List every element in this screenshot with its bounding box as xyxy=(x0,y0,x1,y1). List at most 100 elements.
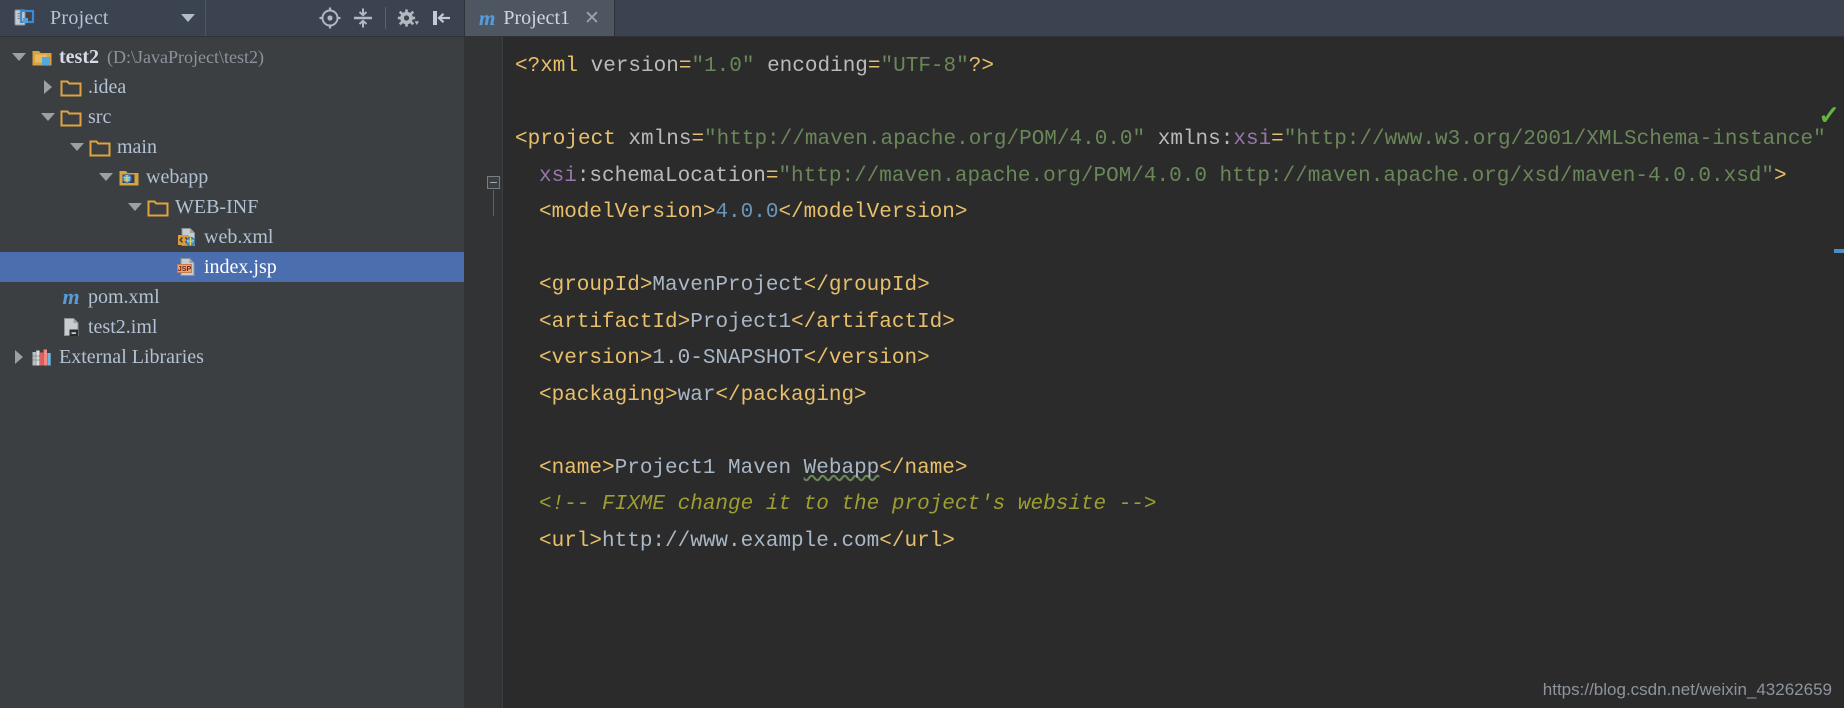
tree-item-external-libraries[interactable]: External Libraries xyxy=(0,342,464,372)
jsp-file-icon: JSP xyxy=(175,256,199,278)
tree-item-web-inf[interactable]: WEB-INF xyxy=(0,192,464,222)
tree-item-webapp[interactable]: webapp xyxy=(0,162,464,192)
tree-item-label: test2 xyxy=(59,45,99,68)
code-token: </version> xyxy=(803,347,930,370)
code-token: Webapp xyxy=(803,456,880,480)
code-token: </packaging> xyxy=(715,383,867,407)
tree-item-test2[interactable]: test2 (D:\JavaProject\test2) xyxy=(0,42,464,72)
code-token: = xyxy=(765,164,779,188)
code-token: FIXME change it to the project's website xyxy=(602,493,1119,516)
locate-target-icon[interactable] xyxy=(315,3,345,33)
iml-file-icon xyxy=(59,316,83,338)
tree-item-label: pom.xml xyxy=(88,285,160,308)
tree-item-label: index.jsp xyxy=(204,255,277,278)
tree-item-label: webapp xyxy=(146,165,209,188)
tree-item--idea[interactable]: .idea xyxy=(0,72,464,102)
chevron-down-icon[interactable] xyxy=(66,143,88,151)
watermark-text: https://blog.csdn.net/weixin_43262659 xyxy=(1542,680,1832,699)
code-token: 1.0-SNAPSHOT xyxy=(652,347,804,370)
project-panel-toolbar xyxy=(315,3,464,33)
code-token: xsi xyxy=(1233,128,1272,151)
folder-icon xyxy=(59,106,83,128)
code-token: "http://maven.apache.org/POM/4.0.0 http:… xyxy=(778,164,1775,188)
code-token: = xyxy=(691,128,705,151)
maven-pom-icon: m xyxy=(62,284,80,309)
code-token: "UTF-8" xyxy=(880,55,969,78)
code-token: <?xml xyxy=(515,55,591,78)
code-token: Project1 Maven xyxy=(614,456,804,480)
main-area: test2 (D:\JavaProject\test2) .idea src ma… xyxy=(0,37,1844,708)
code-token: <modelVersion> xyxy=(539,201,716,224)
code-token: = xyxy=(1271,128,1284,151)
code-token: <artifactId> xyxy=(539,310,691,334)
tree-item-label: External Libraries xyxy=(59,345,204,368)
code-token: </groupId> xyxy=(803,274,930,297)
chevron-right-icon[interactable] xyxy=(37,80,59,94)
gear-icon[interactable] xyxy=(393,3,423,33)
chevron-down-icon[interactable] xyxy=(95,173,117,181)
code-token: encoding xyxy=(767,55,868,78)
code-line: <groupId>MavenProject</groupId> xyxy=(503,268,1844,305)
project-module-folder-icon xyxy=(30,46,54,68)
tree-item-label: main xyxy=(117,135,157,158)
code-token: <url> xyxy=(539,529,603,553)
folder-icon xyxy=(59,76,83,98)
code-line: <packaging>war</packaging> xyxy=(503,378,1844,415)
maven-pom-icon: m xyxy=(479,5,496,30)
svg-text:JSP: JSP xyxy=(178,264,192,273)
code-token: "1.0" xyxy=(691,55,755,78)
intellij-window: Project m Project1 ✕ test2 (D:\JavaProje… xyxy=(0,0,1844,708)
code-token: <packaging> xyxy=(539,383,678,407)
code-line: <url>http://www.example.com</url> xyxy=(503,524,1844,561)
tree-item-src[interactable]: src xyxy=(0,102,464,132)
editor-tab-strip: m Project1 ✕ xyxy=(465,0,1844,37)
green-checkmark-icon[interactable]: ✓ xyxy=(1818,103,1840,129)
tree-item-label: WEB-INF xyxy=(175,195,259,218)
code-token: "http://www.w3.org/2001/XMLSchema-instan… xyxy=(1283,128,1826,151)
top-bar: Project m Project1 ✕ xyxy=(0,0,1844,37)
tree-item-label: test2.iml xyxy=(88,315,158,338)
code-token: "http://maven.apache.org/POM/4.0.0" xyxy=(704,128,1146,151)
fold-collapse-icon[interactable] xyxy=(487,176,500,189)
code-content[interactable]: <?xml version="1.0" encoding="UTF-8"?> <… xyxy=(503,37,1844,708)
code-token: 4.0.0 xyxy=(715,201,779,224)
chevron-down-icon[interactable] xyxy=(181,14,195,22)
fold-region-line xyxy=(493,190,494,216)
tree-item-main[interactable]: main xyxy=(0,132,464,162)
project-tree-panel[interactable]: test2 (D:\JavaProject\test2) .idea src ma… xyxy=(0,37,465,708)
chevron-down-icon[interactable] xyxy=(37,113,59,121)
code-token: <version> xyxy=(539,347,653,370)
tree-item-pom-xml[interactable]: m pom.xml xyxy=(0,282,464,312)
close-icon[interactable]: ✕ xyxy=(584,9,600,28)
collapse-all-icon[interactable] xyxy=(348,3,378,33)
code-line: <?xml version="1.0" encoding="UTF-8"?> xyxy=(503,49,1844,86)
hide-panel-icon[interactable] xyxy=(426,3,456,33)
editor-tab-project1[interactable]: m Project1 ✕ xyxy=(465,0,615,36)
code-token: </name> xyxy=(879,456,968,480)
code-token: <name> xyxy=(539,456,615,480)
tree-item-index-jsp[interactable]: JSP index.jsp xyxy=(0,252,464,282)
chevron-right-icon[interactable] xyxy=(8,350,30,364)
project-panel-header: Project xyxy=(0,0,465,37)
code-token: xmlns: xyxy=(1157,128,1234,151)
project-view-icon xyxy=(12,7,36,29)
tree-item-label: web.xml xyxy=(204,225,274,248)
code-token: <groupId> xyxy=(539,274,653,297)
code-line: xsi:schemaLocation="http://maven.apache.… xyxy=(503,159,1844,196)
code-line: <version>1.0-SNAPSHOT</version> xyxy=(503,341,1844,378)
code-token: = xyxy=(867,55,881,78)
tree-item-test2-iml[interactable]: test2.iml xyxy=(0,312,464,342)
chevron-down-icon[interactable] xyxy=(8,53,30,61)
tree-item-web-xml[interactable]: web.xml xyxy=(0,222,464,252)
code-editor[interactable]: <?xml version="1.0" encoding="UTF-8"?> <… xyxy=(465,37,1844,708)
code-token: :schemaLocation xyxy=(576,164,766,188)
editor-gutter[interactable] xyxy=(465,37,503,708)
folder-icon xyxy=(146,196,170,218)
code-token: </modelVersion> xyxy=(778,201,968,224)
webapp-folder-icon xyxy=(117,166,141,188)
chevron-down-icon[interactable] xyxy=(124,203,146,211)
code-token: </url> xyxy=(879,529,955,553)
project-view-selector[interactable]: Project xyxy=(0,0,206,36)
